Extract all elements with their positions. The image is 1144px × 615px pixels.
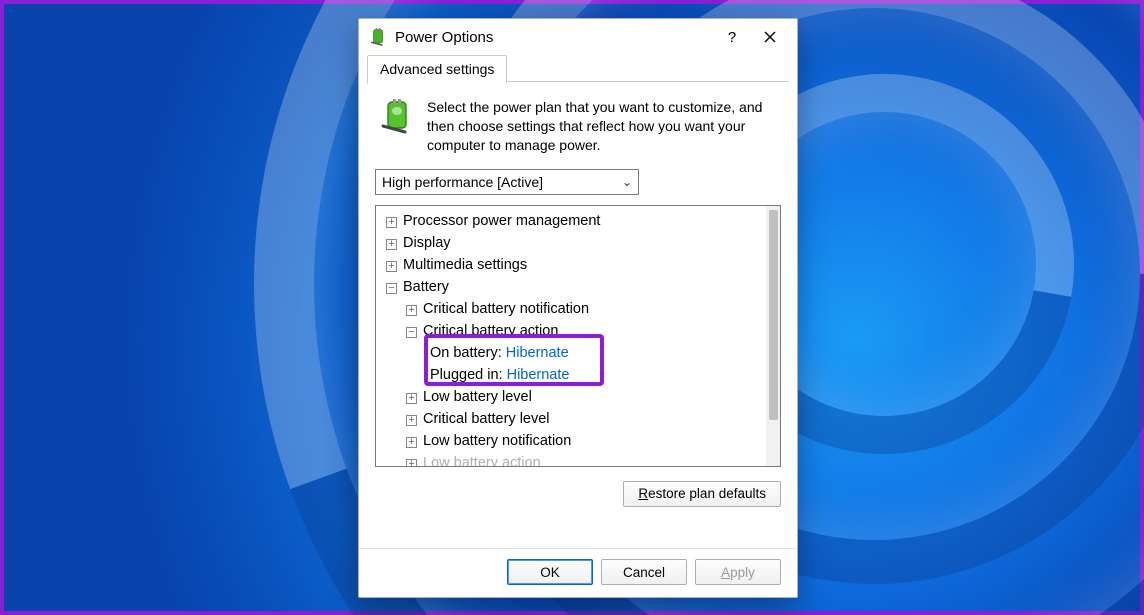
- plugged-in-value[interactable]: Hibernate: [507, 367, 570, 383]
- collapse-icon[interactable]: −: [386, 283, 397, 294]
- tab-advanced-settings[interactable]: Advanced settings: [367, 55, 507, 84]
- restore-defaults-button[interactable]: Restore plan defaults: [623, 481, 781, 507]
- expand-icon[interactable]: +: [386, 261, 397, 272]
- tree-node-critical-notification[interactable]: +Critical battery notification: [382, 298, 780, 320]
- power-options-dialog: Power Options ? Advanced settings Select…: [358, 18, 798, 598]
- close-button[interactable]: [751, 22, 789, 52]
- tree-node-low-level[interactable]: +Low battery level: [382, 386, 780, 408]
- dialog-footer: OK Cancel Apply: [359, 548, 797, 597]
- tree-node-low-action[interactable]: +Low battery action: [382, 452, 780, 466]
- ok-button[interactable]: OK: [507, 559, 593, 585]
- setting-on-battery[interactable]: On battery: Hibernate: [382, 342, 780, 364]
- power-plan-selected: High performance [Active]: [382, 174, 543, 190]
- setting-plugged-in[interactable]: Plugged in: Hibernate: [382, 364, 780, 386]
- expand-icon[interactable]: +: [406, 459, 417, 466]
- close-icon: [764, 31, 776, 43]
- tree-node-low-notification[interactable]: +Low battery notification: [382, 430, 780, 452]
- tree-node-multimedia[interactable]: +Multimedia settings: [382, 254, 780, 276]
- settings-tree: +Processor power management +Display +Mu…: [375, 205, 781, 467]
- tab-strip: Advanced settings: [359, 55, 797, 84]
- tree-node-critical-action[interactable]: −Critical battery action: [382, 320, 780, 342]
- expand-icon[interactable]: +: [406, 393, 417, 404]
- tree-scrollbar[interactable]: [766, 206, 780, 466]
- scrollbar-thumb[interactable]: [769, 210, 778, 420]
- tree-node-critical-level[interactable]: +Critical battery level: [382, 408, 780, 430]
- window-title: Power Options: [395, 29, 713, 46]
- battery-plan-icon: [379, 98, 415, 134]
- power-plan-dropdown[interactable]: High performance [Active] ⌄: [375, 169, 639, 195]
- tree-node-display[interactable]: +Display: [382, 232, 780, 254]
- help-button[interactable]: ?: [713, 22, 751, 52]
- desktop-wallpaper: Power Options ? Advanced settings Select…: [0, 0, 1144, 615]
- collapse-icon[interactable]: −: [406, 327, 417, 338]
- expand-icon[interactable]: +: [386, 239, 397, 250]
- apply-button[interactable]: Apply: [695, 559, 781, 585]
- expand-icon[interactable]: +: [406, 305, 417, 316]
- tree-node-battery[interactable]: −Battery: [382, 276, 780, 298]
- expand-icon[interactable]: +: [406, 415, 417, 426]
- power-options-icon: [369, 28, 387, 46]
- expand-icon[interactable]: +: [386, 217, 397, 228]
- on-battery-value[interactable]: Hibernate: [506, 345, 569, 361]
- tree-node-processor[interactable]: +Processor power management: [382, 210, 780, 232]
- titlebar[interactable]: Power Options ?: [359, 19, 797, 55]
- expand-icon[interactable]: +: [406, 437, 417, 448]
- chevron-down-icon: ⌄: [622, 175, 632, 189]
- cancel-button[interactable]: Cancel: [601, 559, 687, 585]
- intro-text: Select the power plan that you want to c…: [427, 98, 781, 155]
